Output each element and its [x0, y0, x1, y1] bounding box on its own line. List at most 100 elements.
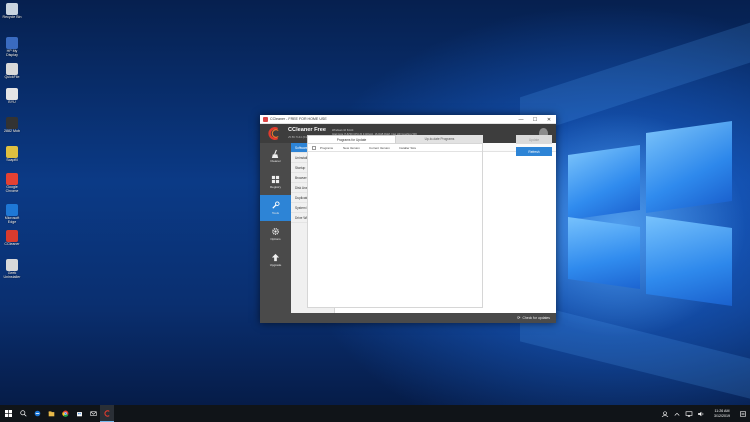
gear-icon — [272, 228, 279, 235]
desktop-icon[interactable]: 2882 Mob — [1, 117, 23, 133]
nav-item-upgrade[interactable]: Upgrade — [260, 247, 291, 273]
refresh-button[interactable]: Refresh — [516, 147, 552, 156]
desktop-icon-label: QuickFile — [4, 75, 20, 79]
desktop-icon-label: BYU — [8, 100, 16, 104]
grid-icon — [271, 175, 280, 184]
check-for-updates-label: Check for updates — [522, 315, 550, 320]
broom-icon — [271, 149, 279, 158]
main-nav: Cleaner Registry Tools Options Upgrade — [260, 143, 291, 323]
action-center-icon[interactable] — [739, 410, 747, 417]
search-button[interactable] — [16, 405, 30, 422]
tab-up-to-date-programs[interactable]: Up-to-date Programs — [396, 135, 483, 143]
subnav-item-label: Uninstall — [295, 155, 308, 160]
clock[interactable]: 11:26 AM 3/12/2019 — [707, 409, 737, 418]
column-programs[interactable]: Programs — [320, 146, 343, 150]
ccleaner-app-icon — [263, 116, 268, 122]
close-button[interactable]: ✕ — [542, 115, 556, 124]
network-icon[interactable] — [685, 410, 693, 417]
select-all-checkbox[interactable] — [312, 145, 316, 150]
nav-item-label: Tools — [271, 211, 279, 215]
update-button[interactable]: Update — [516, 135, 552, 144]
refresh-icon: ⟳ — [517, 315, 521, 320]
column-installer-size[interactable]: Installer Size — [399, 146, 416, 150]
programs-table[interactable]: Programs New Version Current Version Ins… — [307, 143, 483, 308]
table-header: Programs New Version Current Version Ins… — [308, 144, 482, 152]
minimize-button[interactable]: — — [514, 115, 528, 124]
desktop-icon-label: CCleaner — [4, 242, 20, 246]
desktop-icon-label: HP My Display — [6, 49, 18, 58]
column-current-version[interactable]: Current Version — [369, 146, 399, 150]
document-icon — [6, 88, 18, 100]
nav-item-label: Options — [270, 237, 281, 241]
ccleaner-logo-icon — [268, 127, 279, 140]
desktop-icon[interactable]: CCleaner — [1, 230, 23, 246]
title-bar[interactable]: CCleaner - FREE FOR HOME USE — ☐ ✕ — [260, 115, 556, 124]
wrench-icon — [272, 201, 280, 209]
tab-programs-for-update[interactable]: Programs for Update — [307, 135, 396, 143]
uninstaller-icon — [6, 259, 18, 271]
desktop-icon[interactable]: Microsoft Edge — [1, 204, 23, 224]
taskbar-explorer[interactable] — [44, 405, 58, 422]
desktop-icon-label: Microsoft Edge — [4, 216, 20, 225]
nav-item-label: Registry — [269, 185, 281, 189]
hp-display-icon — [6, 37, 18, 49]
nav-item-tools[interactable]: Tools — [260, 195, 291, 221]
window-title: CCleaner - FREE FOR HOME USE — [270, 117, 327, 121]
app-icon — [6, 117, 18, 129]
chrome-icon — [6, 173, 18, 185]
nav-item-options[interactable]: Options — [260, 221, 291, 247]
subnav-item-label: Startup — [295, 165, 306, 170]
check-for-updates-link[interactable]: ⟳ Check for updates — [517, 315, 550, 320]
mail-icon — [89, 411, 97, 416]
windows-logo-pane — [646, 120, 732, 214]
desktop-icon[interactable]: Geek Uninstaller — [1, 259, 23, 279]
desktop-icon-label: Google Chrome — [5, 185, 19, 194]
windows-logo-pane — [568, 216, 640, 290]
desktop-icon[interactable]: BYU — [1, 88, 23, 104]
ccleaner-window[interactable]: CCleaner - FREE FOR HOME USE — ☐ ✕ CClea… — [260, 115, 556, 323]
search-icon — [19, 410, 27, 417]
windows-start-icon — [4, 410, 12, 417]
taskbar-ccleaner[interactable] — [100, 405, 114, 422]
system-info-os: Windows 10 64-bit — [332, 129, 354, 132]
ccleaner-icon — [6, 230, 18, 242]
app-name: CCleaner Free — [288, 127, 326, 133]
taskbar-mail[interactable] — [86, 405, 100, 422]
store-icon — [76, 412, 82, 417]
desktop-icon[interactable]: HP My Display — [1, 37, 23, 57]
desktop-icon-label: Scapfill — [6, 158, 18, 162]
edge-icon — [6, 204, 18, 216]
nav-item-registry[interactable]: Registry — [260, 169, 291, 195]
people-icon[interactable] — [661, 410, 669, 417]
nav-item-label: Upgrade — [269, 263, 282, 267]
desktop: Recycle Bin HP My Display QuickFile BYU 2882… — [0, 0, 750, 405]
ccleaner-icon — [103, 409, 110, 417]
file-icon — [6, 63, 18, 75]
desktop-icon-label: Geek Uninstaller — [3, 271, 21, 280]
updater-tabs: Programs for Update Up-to-date Programs — [307, 135, 483, 143]
arrow-up-icon — [271, 253, 280, 262]
chevron-up-icon[interactable] — [673, 411, 681, 417]
chrome-icon — [61, 410, 68, 417]
footer-bar: ⟳ Check for updates — [291, 313, 556, 323]
nav-item-cleaner[interactable]: Cleaner — [260, 143, 291, 169]
desktop-icon[interactable]: Scapfill — [1, 146, 23, 162]
desktop-icon[interactable]: Google Chrome — [1, 173, 23, 193]
taskbar-store[interactable] — [72, 405, 86, 422]
taskbar-chrome[interactable] — [58, 405, 72, 422]
scapfill-icon — [6, 146, 18, 158]
recycle-bin-icon — [6, 3, 18, 15]
maximize-button[interactable]: ☐ — [528, 115, 542, 124]
volume-icon[interactable] — [697, 411, 705, 417]
start-button[interactable] — [0, 405, 16, 422]
windows-logo-pane — [646, 215, 732, 307]
edge-icon — [34, 410, 40, 417]
windows-logo-pane — [568, 144, 640, 221]
clock-date: 3/12/2019 — [714, 413, 730, 418]
column-new-version[interactable]: New Version — [343, 146, 369, 150]
folder-icon — [48, 411, 54, 417]
system-tray: 11:26 AM 3/12/2019 — [659, 405, 750, 422]
taskbar-edge[interactable] — [30, 405, 44, 422]
desktop-icon[interactable]: QuickFile — [1, 63, 23, 79]
desktop-icon[interactable]: Recycle Bin — [1, 3, 23, 19]
